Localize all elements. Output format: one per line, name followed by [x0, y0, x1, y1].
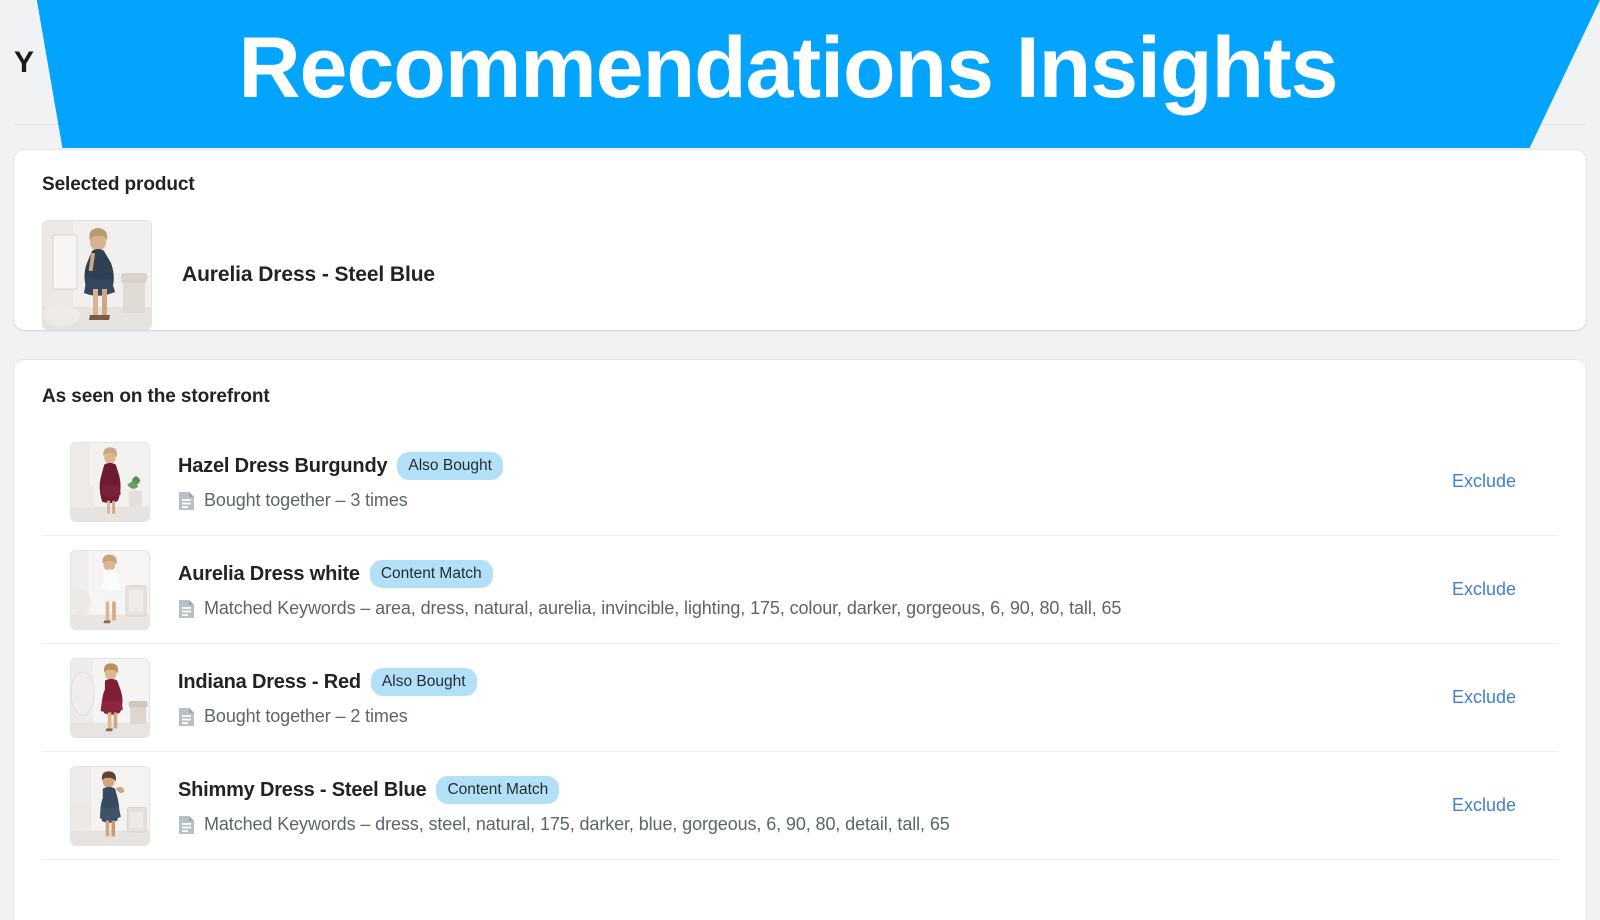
storefront-heading: As seen on the storefront — [42, 386, 270, 407]
product-meta: Matched Keywords – area, dress, natural,… — [178, 598, 1452, 619]
status-badge: Also Bought — [397, 451, 503, 481]
document-icon — [179, 707, 194, 726]
storefront-card: As seen on the storefront Hazel Dress Bu… — [14, 360, 1586, 920]
banner-title: Recommendations Insights — [238, 20, 1339, 116]
product-title-line: Shimmy Dress - Steel Blue Content Match — [178, 775, 1452, 805]
product-thumbnail — [70, 441, 150, 522]
product-thumbnail — [70, 765, 150, 846]
product-title-line: Hazel Dress Burgundy Also Bought — [178, 451, 1452, 481]
product-meta-text: Matched Keywords – dress, steel, natural… — [204, 814, 950, 835]
product-info: Shimmy Dress - Steel Blue Content Match … — [178, 775, 1452, 836]
product-meta: Bought together – 2 times — [178, 706, 1452, 727]
selected-product-heading: Selected product — [42, 174, 195, 195]
product-meta-text: Matched Keywords – area, dress, natural,… — [204, 598, 1122, 619]
product-meta-text: Bought together – 2 times — [204, 706, 408, 727]
table-row: Hazel Dress Burgundy Also Bought Bought … — [42, 428, 1558, 536]
document-icon — [179, 815, 194, 834]
product-thumbnail — [70, 657, 150, 738]
product-info: Hazel Dress Burgundy Also Bought Bought … — [178, 451, 1452, 512]
product-meta: Matched Keywords – dress, steel, natural… — [178, 814, 1452, 835]
product-info: Aurelia Dress white Content Match Matche… — [178, 559, 1452, 620]
product-info: Indiana Dress - Red Also Bought Bought t… — [178, 667, 1452, 728]
selected-product-thumbnail — [42, 220, 152, 330]
product-title-line: Aurelia Dress white Content Match — [178, 559, 1452, 589]
exclude-button[interactable]: Exclude — [1452, 579, 1516, 600]
product-title-line: Indiana Dress - Red Also Bought — [178, 667, 1452, 697]
exclude-button[interactable]: Exclude — [1452, 471, 1516, 492]
product-thumbnail — [70, 549, 150, 630]
table-row: Indiana Dress - Red Also Bought Bought t… — [42, 644, 1558, 752]
selected-product-card: Selected product Aurelia Dress - Steel B… — [14, 150, 1586, 330]
recommendation-list: Hazel Dress Burgundy Also Bought Bought … — [42, 428, 1558, 860]
status-badge: Content Match — [369, 559, 493, 589]
table-row: Shimmy Dress - Steel Blue Content Match … — [42, 752, 1558, 860]
status-badge: Content Match — [436, 775, 560, 805]
exclude-button[interactable]: Exclude — [1452, 795, 1516, 816]
exclude-button[interactable]: Exclude — [1452, 687, 1516, 708]
recommendations-insights-banner: Recommendations Insights — [36, 0, 1600, 148]
product-name: Aurelia Dress white — [178, 562, 360, 585]
product-meta-text: Bought together – 3 times — [204, 490, 408, 511]
table-row: Aurelia Dress white Content Match Matche… — [42, 536, 1558, 644]
product-name: Shimmy Dress - Steel Blue — [178, 778, 427, 801]
product-name: Indiana Dress - Red — [178, 670, 361, 693]
selected-product-row: Aurelia Dress - Steel Blue — [42, 220, 1558, 330]
status-badge: Also Bought — [370, 667, 477, 697]
product-meta: Bought together – 3 times — [178, 490, 1452, 511]
document-icon — [179, 491, 194, 510]
selected-product-name: Aurelia Dress - Steel Blue — [182, 263, 435, 286]
product-name: Hazel Dress Burgundy — [178, 454, 388, 477]
document-icon — [179, 599, 194, 618]
